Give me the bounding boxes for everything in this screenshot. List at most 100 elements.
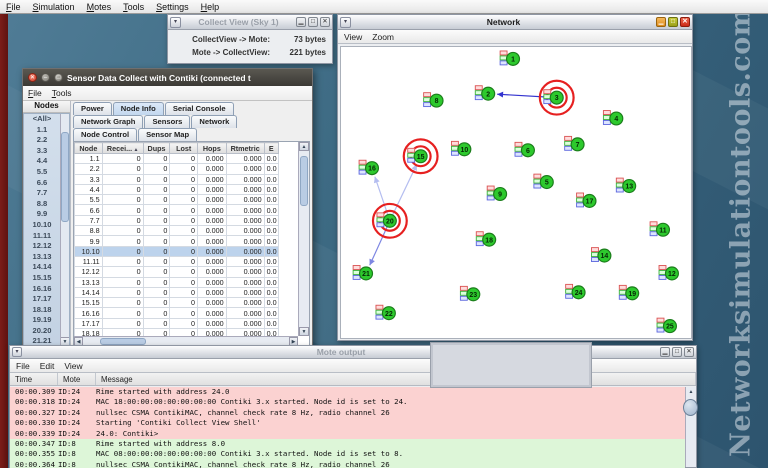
table-row[interactable]: 12.12 0 0 0 0.000 0.000 0.0 — [74, 266, 280, 278]
network-node[interactable]: 16 — [358, 159, 380, 176]
menu-file[interactable]: File — [28, 88, 42, 98]
tab-node-control[interactable]: Node Control — [73, 128, 138, 141]
log-row[interactable]: 00:00.327 ID:24 nullsec CSMA ContikiMAC, c… — [10, 407, 685, 419]
node-list-item[interactable]: 6.6 — [24, 178, 60, 189]
minimize-button[interactable]: ▁ — [656, 17, 666, 27]
network-canvas[interactable]: 12384710 6151651391720111814122124 1923222… — [340, 46, 692, 339]
close-button[interactable]: ✕ — [320, 17, 330, 27]
minimize-button[interactable]: ▁ — [296, 17, 306, 27]
scrollbar-thumb[interactable] — [100, 338, 146, 345]
window-menu-icon[interactable]: ▾ — [170, 16, 181, 28]
node-list-item[interactable]: 20.20 — [24, 326, 60, 337]
log-row[interactable]: 00:00.330 ID:24 Starting 'Contiki Collect … — [10, 418, 685, 429]
scrollbar-thumb[interactable] — [683, 399, 698, 416]
tab-sensors[interactable]: Sensors — [144, 115, 191, 128]
menu-tools[interactable]: Tools — [123, 2, 144, 12]
maximize-button[interactable]: □ — [308, 17, 318, 27]
network-node[interactable]: 3 — [543, 89, 564, 105]
tab-network-graph[interactable]: Network Graph — [73, 115, 144, 128]
network-node[interactable]: 10 — [450, 140, 472, 157]
tab-sensor-map[interactable]: Sensor Map — [138, 128, 198, 141]
node-list-item[interactable]: 19.19 — [24, 315, 60, 326]
maximize-button[interactable]: □ — [668, 17, 678, 27]
network-node[interactable]: 8 — [423, 92, 444, 108]
network-node[interactable]: 22 — [375, 304, 396, 321]
tab-serial-console[interactable]: Serial Console — [164, 102, 234, 115]
table-row[interactable]: 6.6 0 0 0 0.000 0.000 0.0 — [74, 204, 280, 216]
log-row[interactable]: 00:00.347 ID:8 Rime started with address 8… — [10, 438, 685, 450]
network-node[interactable]: 13 — [615, 177, 637, 194]
network-node[interactable]: 20 — [376, 212, 397, 228]
maximize-button[interactable]: □ — [672, 347, 682, 357]
window-menu-icon[interactable]: ▾ — [12, 347, 22, 357]
log-row[interactable]: 00:00.339 ID:24 24.0: Contiki> — [10, 428, 685, 439]
network-node[interactable]: 23 — [459, 285, 481, 302]
node-list-item[interactable]: 2.2 — [24, 135, 60, 146]
log-row[interactable]: 00:00.364 ID:8 nullsec CSMA ContikiMAC, ch… — [10, 459, 685, 468]
table-row[interactable]: 11.11 0 0 0 0.000 0.000 0.0 — [74, 255, 280, 268]
node-list-item[interactable]: 5.5 — [24, 167, 60, 178]
table-row[interactable]: 2.2 0 0 0 0.000 0.000 0.0 — [74, 163, 280, 175]
scrollbar-thumb[interactable] — [61, 132, 69, 222]
table-row[interactable]: 16.16 0 0 0 0.000 0.000 0.0 — [74, 307, 280, 319]
log-column-message[interactable]: Message — [96, 373, 696, 385]
menu-tools[interactable]: Tools — [52, 88, 72, 98]
maximize-icon[interactable]: □ — [54, 73, 63, 82]
network-node[interactable]: 5 — [533, 173, 554, 190]
network-node[interactable]: 21 — [352, 265, 374, 281]
table-row[interactable]: 10.10 0 0 0 0.000 0.000 0.0 — [74, 245, 280, 257]
scroll-up-icon[interactable]: ▲ — [299, 142, 309, 151]
node-list-item[interactable]: 11.11 — [24, 231, 60, 242]
network-node[interactable]: 24 — [565, 283, 586, 300]
network-node[interactable]: 1 — [499, 50, 521, 66]
table-row[interactable]: 14.14 0 0 0 0.000 0.000 0.0 — [74, 286, 280, 299]
network-node[interactable]: 18 — [475, 231, 497, 247]
menu-view[interactable]: View — [344, 32, 362, 42]
sensor-titlebar[interactable]: ✕ – □ Sensor Data Collect with Contiki (… — [23, 69, 312, 86]
node-list-item[interactable]: 12.12 — [24, 241, 60, 252]
node-list-item[interactable]: 14.14 — [24, 262, 60, 273]
node-list-item[interactable]: 4.4 — [24, 156, 60, 167]
table-row[interactable]: 7.7 0 0 0 0.000 0.000 0.0 — [74, 214, 280, 227]
network-node[interactable]: 19 — [618, 284, 640, 301]
log-column-time[interactable]: Time — [10, 373, 58, 385]
network-node[interactable]: 7 — [564, 135, 585, 152]
node-list-item[interactable]: 10.10 — [24, 220, 60, 231]
table-row[interactable]: 5.5 0 0 0 0.000 0.000 0.0 — [74, 194, 280, 206]
node-list-item[interactable]: <All> — [24, 114, 60, 125]
node-list-item[interactable]: 15.15 — [24, 273, 60, 284]
minimize-icon[interactable]: – — [41, 73, 50, 82]
table-row[interactable]: 13.13 0 0 0 0.000 0.000 0.0 — [74, 276, 280, 288]
network-node[interactable]: 12 — [658, 265, 679, 281]
node-list-item[interactable]: 8.8 — [24, 199, 60, 210]
network-node[interactable]: 14 — [591, 247, 612, 263]
close-button[interactable]: ✕ — [684, 347, 694, 357]
menu-view[interactable]: View — [64, 361, 82, 371]
node-list-item[interactable]: 1.1 — [24, 125, 60, 136]
column-header-dups[interactable]: Dups — [142, 142, 171, 154]
menu-file[interactable]: File — [16, 361, 30, 371]
network-node[interactable]: 6 — [514, 141, 535, 158]
close-button[interactable]: ✕ — [680, 17, 690, 27]
network-node[interactable]: 2 — [474, 85, 496, 101]
log-row[interactable]: 00:00.355 ID:8 MAC 08:00:00:00:00:00:00:00… — [10, 449, 685, 460]
menu-simulation[interactable]: Simulation — [33, 2, 75, 12]
node-list-item[interactable]: 18.18 — [24, 305, 60, 316]
column-header-e[interactable]: E — [263, 142, 280, 154]
column-header-recei[interactable]: Recei... ▲ — [101, 142, 144, 154]
network-node[interactable]: 9 — [486, 185, 508, 202]
table-row[interactable]: 8.8 0 0 0 0.000 0.000 0.0 — [74, 225, 280, 237]
node-list-item[interactable]: 16.16 — [24, 284, 60, 295]
table-row[interactable]: 9.9 0 0 0 0.000 0.000 0.0 — [74, 235, 280, 247]
network-node[interactable]: 11 — [649, 221, 671, 237]
column-header-node[interactable]: Node — [74, 142, 103, 154]
nodes-list-scrollbar[interactable]: ▼ — [60, 114, 69, 346]
log-vertical-scrollbar[interactable]: ▲ — [683, 387, 698, 467]
column-header-rtmetric[interactable]: Rtmetric — [225, 142, 265, 154]
scroll-up-icon[interactable]: ▲ — [686, 388, 696, 397]
tab-node-info[interactable]: Node Info — [112, 102, 164, 115]
table-row[interactable]: 15.15 0 0 0 0.000 0.000 0.0 — [74, 297, 280, 309]
table-row[interactable]: 1.1 0 0 0 0.000 0.000 0.0 — [74, 152, 280, 165]
table-row[interactable]: 3.3 0 0 0 0.000 0.000 0.0 — [74, 173, 280, 185]
table-row[interactable]: 4.4 0 0 0 0.000 0.000 0.0 — [74, 183, 280, 196]
